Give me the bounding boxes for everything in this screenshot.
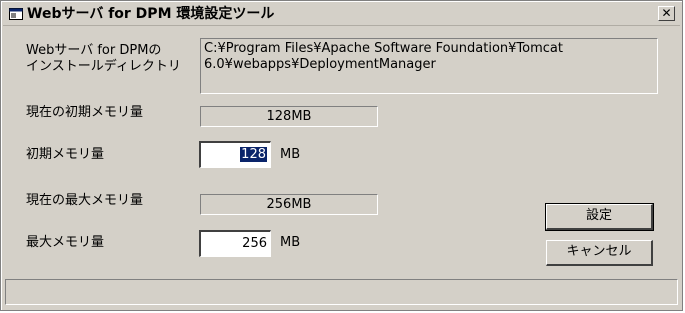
install-dir-label-line1: Webサーバ for DPMの: [26, 43, 162, 58]
window-title: Webサーバ for DPM 環境設定ツール: [27, 6, 275, 22]
max-memory-input[interactable]: 256: [199, 230, 271, 257]
current-max-memory-label: 現在の最大メモリ量: [26, 193, 144, 208]
current-initial-memory-field: 128MB: [200, 106, 378, 127]
install-dir-label-line2: インストールディレクトリ: [26, 59, 181, 74]
close-button[interactable]: ✕: [658, 6, 675, 21]
install-dir-value-line2: 6.0¥webapps¥DeploymentManager: [204, 57, 436, 72]
initial-memory-input[interactable]: 128: [199, 141, 271, 168]
set-button[interactable]: 設定: [545, 203, 654, 231]
max-memory-label: 最大メモリ量: [26, 235, 105, 250]
close-icon: ✕: [661, 6, 672, 20]
title-bar[interactable]: Webサーバ for DPM 環境設定ツール ✕: [3, 3, 680, 26]
max-memory-unit: MB: [280, 235, 301, 250]
current-max-memory-field: 256MB: [200, 194, 378, 215]
install-dir-field: C:¥Program Files¥Apache Software Foundat…: [200, 38, 658, 94]
initial-memory-label: 初期メモリ量: [26, 147, 105, 162]
app-window-icon: [9, 8, 23, 20]
cancel-button[interactable]: キャンセル: [546, 240, 653, 266]
max-memory-value: 256: [242, 236, 267, 251]
config-tool-window: Webサーバ for DPM 環境設定ツール ✕ Webサーバ for DPMの…: [0, 0, 683, 311]
initial-memory-value: 128: [240, 147, 267, 162]
current-initial-memory-label: 現在の初期メモリ量: [26, 105, 144, 120]
initial-memory-unit: MB: [280, 147, 301, 162]
install-dir-value-line1: C:¥Program Files¥Apache Software Foundat…: [204, 41, 563, 56]
status-bar: [5, 279, 678, 305]
